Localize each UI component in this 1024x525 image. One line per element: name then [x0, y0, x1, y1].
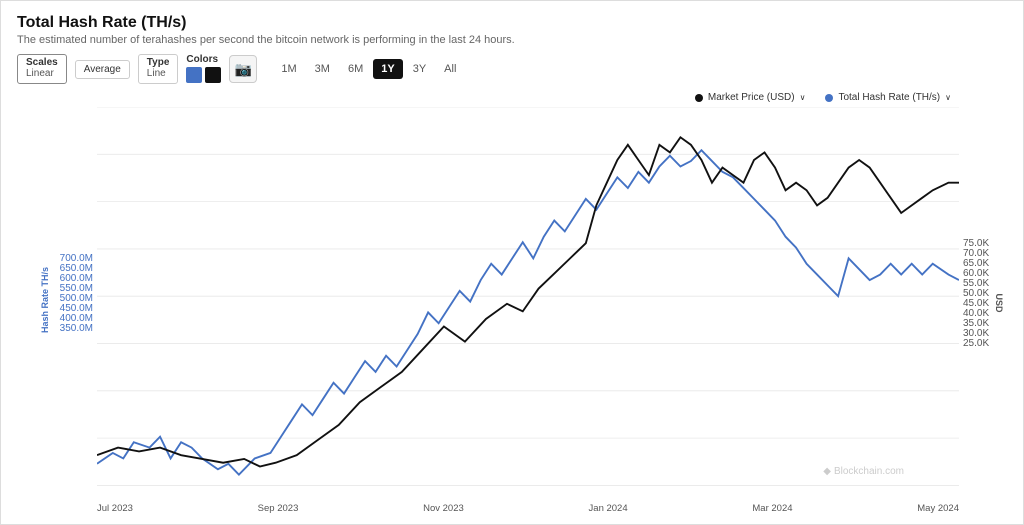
- chart-wrapper: ◆ Blockchain.com: [97, 107, 959, 501]
- x-axis-label: Sep 2023: [258, 503, 299, 514]
- average-label: Average: [84, 64, 121, 75]
- watermark: ◆ Blockchain.com: [823, 466, 904, 477]
- black-swatch[interactable]: [205, 67, 221, 83]
- main-container: Total Hash Rate (TH/s) The estimated num…: [0, 0, 1024, 525]
- legend-hash-rate: Total Hash Rate (TH/s) ∨: [825, 92, 951, 103]
- time-button-1y[interactable]: 1Y: [373, 59, 402, 79]
- chart-title: Total Hash Rate (TH/s): [17, 13, 1007, 32]
- time-button-1m[interactable]: 1M: [273, 59, 304, 79]
- chart-legend: Market Price (USD) ∨ Total Hash Rate (TH…: [97, 92, 959, 103]
- chart-area: Hash Rate TH/s 700.0M650.0M600.0M550.0M5…: [17, 92, 1007, 514]
- blue-swatch[interactable]: [186, 67, 202, 83]
- x-axis-label: Nov 2023: [423, 503, 464, 514]
- scales-control[interactable]: Scales Linear: [17, 54, 67, 84]
- time-button-6m[interactable]: 6M: [340, 59, 371, 79]
- controls-bar: Scales Linear Average Type Line Colors 📷…: [17, 54, 1007, 84]
- time-button-3m[interactable]: 3M: [307, 59, 338, 79]
- legend-chevron-market: ∨: [800, 93, 806, 102]
- header: Total Hash Rate (TH/s) The estimated num…: [17, 13, 1007, 46]
- y-right-label: 25.0K: [959, 339, 1007, 349]
- type-label: Type: [147, 58, 170, 68]
- legend-hash-rate-label: Total Hash Rate (TH/s): [838, 92, 940, 103]
- chart-svg: [97, 107, 959, 485]
- time-button-all[interactable]: All: [436, 59, 464, 79]
- y-axis-left: 700.0M650.0M600.0M550.0M500.0M450.0M400.…: [45, 250, 97, 356]
- average-button[interactable]: Average: [75, 60, 130, 79]
- x-axis-label: Jan 2024: [589, 503, 628, 514]
- watermark-text: Blockchain.com: [834, 466, 904, 477]
- type-control[interactable]: Type Line: [138, 54, 179, 84]
- legend-market-price-label: Market Price (USD): [708, 92, 795, 103]
- x-axis-label: Jul 2023: [97, 503, 133, 514]
- y-axis-right-label: USD: [994, 273, 1004, 333]
- legend-dot-black: [695, 94, 703, 102]
- scales-value: Linear: [26, 68, 54, 80]
- chart-subtitle: The estimated number of terahashes per s…: [17, 34, 1007, 46]
- legend-dot-blue: [825, 94, 833, 102]
- chart-middle: Market Price (USD) ∨ Total Hash Rate (TH…: [97, 92, 959, 514]
- x-axis-label: Mar 2024: [752, 503, 792, 514]
- camera-button[interactable]: 📷: [229, 55, 257, 83]
- color-swatches: [186, 67, 221, 83]
- time-button-3y[interactable]: 3Y: [405, 59, 434, 79]
- colors-control: Colors: [186, 55, 221, 83]
- colors-label: Colors: [186, 55, 218, 65]
- time-range-buttons: 1M3M6M1Y3YAll: [273, 59, 464, 79]
- x-axis-label: May 2024: [917, 503, 959, 514]
- legend-chevron-hash: ∨: [945, 93, 951, 102]
- x-axis: Jul 2023 Sep 2023 Nov 2023 Jan 2024 Mar 2024…: [97, 501, 959, 514]
- blockchain-diamond-icon: ◆: [823, 466, 831, 477]
- type-value: Line: [147, 68, 166, 80]
- y-left-label: 350.0M: [45, 324, 97, 334]
- camera-icon: 📷: [235, 61, 252, 78]
- scales-label: Scales: [26, 58, 58, 68]
- legend-market-price: Market Price (USD) ∨: [695, 92, 806, 103]
